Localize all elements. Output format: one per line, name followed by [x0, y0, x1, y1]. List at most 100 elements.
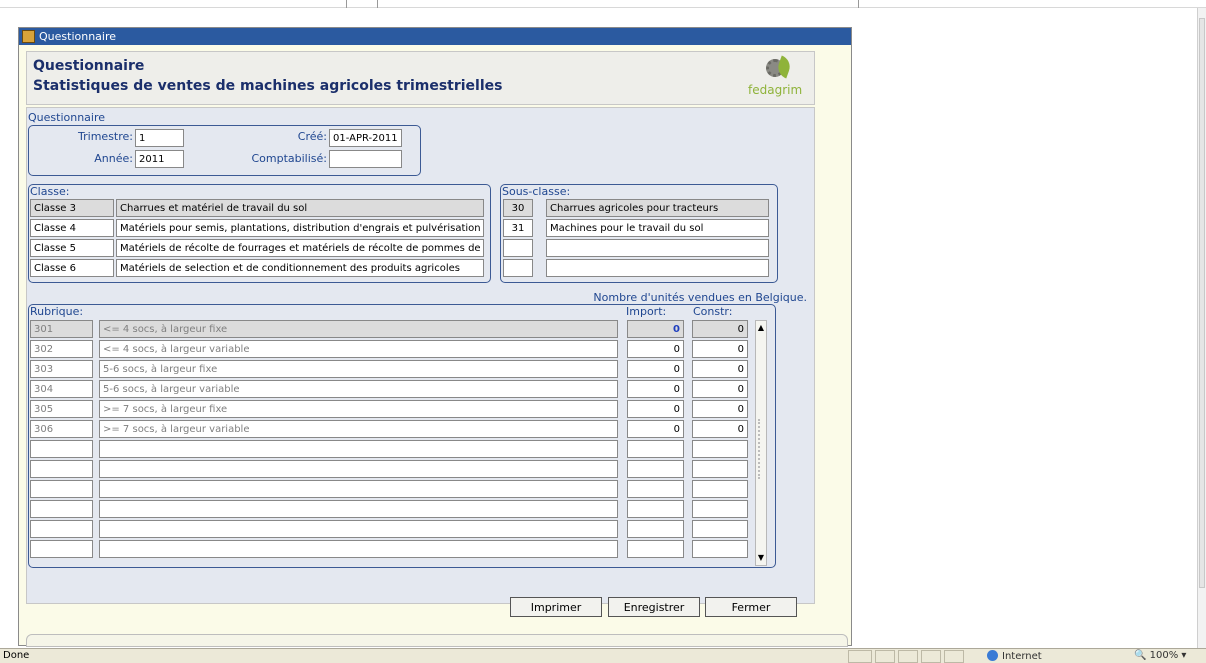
classe-code-field[interactable] — [30, 259, 114, 277]
import-field[interactable] — [627, 420, 684, 438]
security-zone: Internet — [987, 650, 1042, 662]
scroll-down-icon[interactable]: ▼ — [757, 553, 765, 563]
globe-icon — [987, 650, 998, 661]
scrollbar-grip[interactable] — [758, 419, 764, 479]
classe-label: Classe: — [30, 185, 70, 198]
rubrique-code-field[interactable] — [30, 340, 93, 358]
import-field[interactable] — [627, 460, 684, 478]
browser-statusbar: Done Internet 🔍 100% ▾ — [0, 648, 1206, 663]
constr-header: Constr: — [693, 305, 733, 318]
status-cell — [944, 650, 964, 663]
browser-scrollbar-thumb[interactable] — [1199, 18, 1205, 588]
comptabilise-field[interactable] — [329, 150, 402, 168]
rubrique-code-field[interactable] — [30, 520, 93, 538]
rubrique-desc-field[interactable] — [99, 540, 618, 558]
rubrique-desc-field[interactable] — [99, 440, 618, 458]
constr-field[interactable] — [692, 460, 748, 478]
rubrique-desc-field[interactable] — [99, 340, 618, 358]
rubrique-desc-field[interactable] — [99, 380, 618, 398]
rubrique-desc-field[interactable] — [99, 520, 618, 538]
rubrique-code-field[interactable] — [30, 480, 93, 498]
rubrique-code-field[interactable] — [30, 420, 93, 438]
import-field[interactable] — [627, 380, 684, 398]
window-footer — [26, 634, 848, 647]
sous-classe-desc-field[interactable] — [546, 199, 769, 217]
sous-classe-desc-field[interactable] — [546, 219, 769, 237]
constr-field[interactable] — [692, 440, 748, 458]
units-note: Nombre d'unités vendues en Belgique. — [593, 291, 807, 304]
import-field[interactable] — [627, 320, 684, 338]
window-titlebar[interactable]: Questionnaire — [19, 28, 851, 45]
import-field[interactable] — [627, 340, 684, 358]
close-button[interactable]: Fermer — [705, 597, 797, 617]
cree-label: Créé: — [297, 130, 327, 143]
sous-classe-code-field[interactable] — [503, 239, 533, 257]
page-subtitle: Statistiques de ventes de machines agric… — [33, 78, 503, 94]
sous-classe-code-field[interactable] — [503, 259, 533, 277]
constr-field[interactable] — [692, 400, 748, 418]
annee-label: Année: — [94, 152, 133, 165]
rubrique-desc-field[interactable] — [99, 500, 618, 518]
print-button[interactable]: Imprimer — [510, 597, 602, 617]
constr-field[interactable] — [692, 340, 748, 358]
sous-classe-label: Sous-classe: — [502, 185, 571, 198]
status-text: Done — [3, 650, 30, 661]
rubrique-code-field[interactable] — [30, 540, 93, 558]
sous-classe-desc-field[interactable] — [546, 259, 769, 277]
sous-classe-code-field[interactable] — [503, 219, 533, 237]
constr-field[interactable] — [692, 380, 748, 398]
scroll-up-icon[interactable]: ▲ — [757, 323, 765, 333]
classe-code-field[interactable] — [30, 199, 114, 217]
constr-field[interactable] — [692, 540, 748, 558]
questionnaire-section-label: Questionnaire — [28, 111, 106, 124]
status-cell — [921, 650, 941, 663]
rubrique-desc-field[interactable] — [99, 420, 618, 438]
save-button[interactable]: Enregistrer — [608, 597, 700, 617]
trimestre-label: Trimestre: — [78, 130, 133, 143]
browser-scrollbar[interactable] — [1197, 8, 1206, 648]
classe-desc-field[interactable] — [116, 219, 484, 237]
sous-classe-desc-field[interactable] — [546, 239, 769, 257]
constr-field[interactable] — [692, 520, 748, 538]
classe-desc-field[interactable] — [116, 199, 484, 217]
rubrique-desc-field[interactable] — [99, 360, 618, 378]
app-icon — [22, 30, 35, 43]
window-title: Questionnaire — [39, 30, 117, 43]
constr-field[interactable] — [692, 500, 748, 518]
constr-field[interactable] — [692, 360, 748, 378]
rubrique-desc-field[interactable] — [99, 320, 618, 338]
import-field[interactable] — [627, 400, 684, 418]
sous-classe-frame: Sous-classe: — [500, 184, 778, 283]
rubrique-code-field[interactable] — [30, 320, 93, 338]
rubrique-code-field[interactable] — [30, 400, 93, 418]
constr-field[interactable] — [692, 420, 748, 438]
rubrique-desc-field[interactable] — [99, 480, 618, 498]
sous-classe-code-field[interactable] — [503, 199, 533, 217]
import-field[interactable] — [627, 540, 684, 558]
rubrique-code-field[interactable] — [30, 360, 93, 378]
rubrique-desc-field[interactable] — [99, 460, 618, 478]
classe-code-field[interactable] — [30, 239, 114, 257]
rubrique-scrollbar[interactable]: ▲ ▼ — [755, 320, 767, 566]
rubrique-code-field[interactable] — [30, 380, 93, 398]
classe-code-field[interactable] — [30, 219, 114, 237]
rubrique-code-field[interactable] — [30, 440, 93, 458]
rubrique-code-field[interactable] — [30, 460, 93, 478]
annee-field[interactable] — [135, 150, 184, 168]
trimestre-field[interactable] — [135, 129, 184, 147]
separator — [858, 0, 859, 8]
import-field[interactable] — [627, 500, 684, 518]
classe-desc-field[interactable] — [116, 239, 484, 257]
cree-field[interactable] — [329, 129, 402, 147]
rubrique-code-field[interactable] — [30, 500, 93, 518]
constr-field[interactable] — [692, 320, 748, 338]
questionnaire-window: Questionnaire Questionnaire Statistiques… — [18, 27, 852, 647]
classe-desc-field[interactable] — [116, 259, 484, 277]
import-field[interactable] — [627, 360, 684, 378]
constr-field[interactable] — [692, 480, 748, 498]
rubrique-desc-field[interactable] — [99, 400, 618, 418]
import-field[interactable] — [627, 520, 684, 538]
zoom-control[interactable]: 🔍 100% ▾ — [1134, 650, 1186, 661]
import-field[interactable] — [627, 480, 684, 498]
import-field[interactable] — [627, 440, 684, 458]
